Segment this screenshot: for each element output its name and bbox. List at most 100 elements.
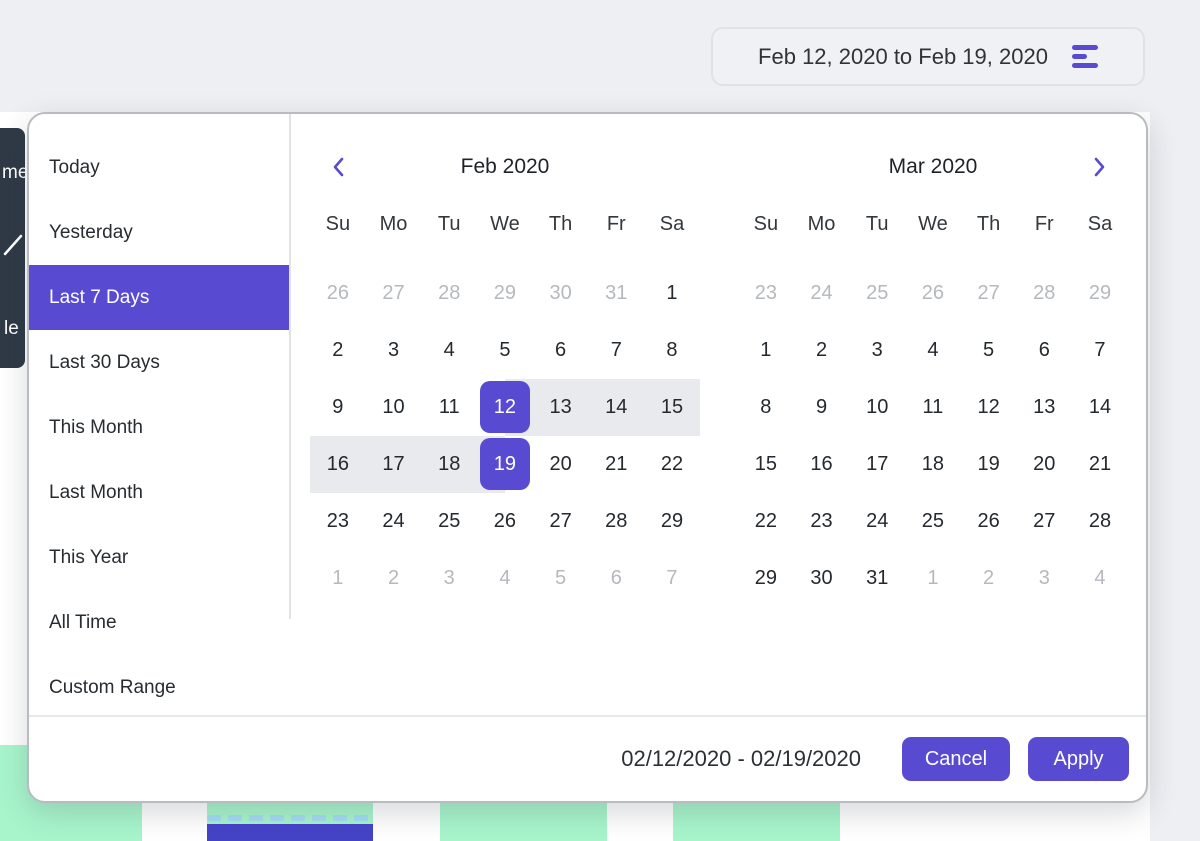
day-cell[interactable]: 22 [644, 436, 700, 493]
day-cell[interactable]: 5 [961, 322, 1017, 379]
day-cell[interactable]: 6 [1016, 322, 1072, 379]
day-cell[interactable]: 11 [421, 379, 477, 436]
day-cell[interactable]: 28 [421, 265, 477, 322]
day-cell[interactable]: 24 [849, 493, 905, 550]
day-cell[interactable]: 2 [961, 550, 1017, 607]
day-cell[interactable]: 16 [310, 436, 366, 493]
day-cell[interactable]: 21 [1072, 436, 1128, 493]
day-cell[interactable]: 1 [310, 550, 366, 607]
day-cell[interactable]: 13 [1016, 379, 1072, 436]
day-cell[interactable]: 3 [366, 322, 422, 379]
apply-button[interactable]: Apply [1028, 737, 1129, 781]
day-cell[interactable]: 4 [1072, 550, 1128, 607]
day-cell[interactable]: 10 [366, 379, 422, 436]
day-cell[interactable]: 2 [310, 322, 366, 379]
date-range-input[interactable]: Feb 12, 2020 to Feb 19, 2020 [711, 27, 1145, 86]
day-cell[interactable]: 31 [588, 265, 644, 322]
day-cell[interactable]: 29 [1072, 265, 1128, 322]
day-cell[interactable]: 1 [644, 265, 700, 322]
day-cell[interactable]: 9 [794, 379, 850, 436]
day-cell[interactable]: 17 [366, 436, 422, 493]
day-cell[interactable]: 14 [588, 379, 644, 436]
day-cell[interactable]: 29 [738, 550, 794, 607]
selected-day-pill: 12 [480, 381, 530, 433]
day-cell[interactable]: 18 [905, 436, 961, 493]
preset-item-this-year[interactable]: This Year [29, 525, 289, 590]
day-cell[interactable]: 8 [738, 379, 794, 436]
day-cell[interactable]: 28 [1016, 265, 1072, 322]
day-cell[interactable]: 4 [477, 550, 533, 607]
day-cell[interactable]: 5 [533, 550, 589, 607]
day-cell[interactable]: 20 [533, 436, 589, 493]
day-cell[interactable]: 7 [644, 550, 700, 607]
preset-item-custom-range[interactable]: Custom Range [29, 655, 289, 720]
day-cell[interactable]: 25 [849, 265, 905, 322]
day-cell[interactable]: 30 [794, 550, 850, 607]
day-cell[interactable]: 31 [849, 550, 905, 607]
cancel-button[interactable]: Cancel [902, 737, 1010, 781]
day-cell[interactable]: 3 [1016, 550, 1072, 607]
day-cell[interactable]: 28 [588, 493, 644, 550]
day-cell[interactable]: 4 [905, 322, 961, 379]
day-cell[interactable]: 18 [421, 436, 477, 493]
day-cell[interactable]: 9 [310, 379, 366, 436]
day-cell[interactable]: 11 [905, 379, 961, 436]
day-cell[interactable]: 15 [738, 436, 794, 493]
day-cell[interactable]: 28 [1072, 493, 1128, 550]
day-cell[interactable]: 30 [533, 265, 589, 322]
preset-item-last-month[interactable]: Last Month [29, 460, 289, 525]
preset-item-last-7-days[interactable]: Last 7 Days [29, 265, 289, 330]
filter-lines-icon[interactable] [1072, 45, 1098, 68]
preset-item-all-time[interactable]: All Time [29, 590, 289, 655]
day-cell[interactable]: 14 [1072, 379, 1128, 436]
day-cell[interactable]: 26 [310, 265, 366, 322]
day-cell[interactable]: 27 [366, 265, 422, 322]
day-cell[interactable]: 5 [477, 322, 533, 379]
day-cell[interactable]: 6 [588, 550, 644, 607]
day-cell[interactable]: 20 [1016, 436, 1072, 493]
day-cell[interactable]: 19 [961, 436, 1017, 493]
day-cell[interactable]: 4 [421, 322, 477, 379]
day-cell[interactable]: 2 [794, 322, 850, 379]
day-cell[interactable]: 7 [588, 322, 644, 379]
day-cell[interactable]: 7 [1072, 322, 1128, 379]
day-cell[interactable]: 27 [961, 265, 1017, 322]
day-cell[interactable]: 12 [477, 379, 533, 436]
preset-item-last-30-days[interactable]: Last 30 Days [29, 330, 289, 395]
day-cell[interactable]: 25 [905, 493, 961, 550]
prev-month-button[interactable] [310, 144, 366, 190]
day-cell[interactable]: 23 [310, 493, 366, 550]
day-cell[interactable]: 29 [644, 493, 700, 550]
day-cell[interactable]: 16 [794, 436, 850, 493]
day-cell[interactable]: 27 [1016, 493, 1072, 550]
day-cell[interactable]: 3 [849, 322, 905, 379]
day-cell[interactable]: 27 [533, 493, 589, 550]
day-cell[interactable]: 6 [533, 322, 589, 379]
day-cell[interactable]: 22 [738, 493, 794, 550]
day-cell[interactable]: 1 [905, 550, 961, 607]
day-cell[interactable]: 23 [794, 493, 850, 550]
day-cell[interactable]: 23 [738, 265, 794, 322]
day-cell[interactable]: 1 [738, 322, 794, 379]
preset-item-this-month[interactable]: This Month [29, 395, 289, 460]
day-cell[interactable]: 24 [366, 493, 422, 550]
day-cell[interactable]: 13 [533, 379, 589, 436]
preset-item-today[interactable]: Today [29, 135, 289, 200]
next-month-button[interactable] [1072, 144, 1128, 190]
day-cell[interactable]: 3 [421, 550, 477, 607]
day-cell[interactable]: 29 [477, 265, 533, 322]
day-cell[interactable]: 15 [644, 379, 700, 436]
day-cell[interactable]: 24 [794, 265, 850, 322]
day-cell[interactable]: 25 [421, 493, 477, 550]
day-cell[interactable]: 19 [477, 436, 533, 493]
day-cell[interactable]: 8 [644, 322, 700, 379]
day-cell[interactable]: 21 [588, 436, 644, 493]
preset-item-yesterday[interactable]: Yesterday [29, 200, 289, 265]
day-cell[interactable]: 12 [961, 379, 1017, 436]
day-cell[interactable]: 26 [477, 493, 533, 550]
day-cell[interactable]: 26 [961, 493, 1017, 550]
day-cell[interactable]: 10 [849, 379, 905, 436]
day-cell[interactable]: 2 [366, 550, 422, 607]
day-cell[interactable]: 26 [905, 265, 961, 322]
day-cell[interactable]: 17 [849, 436, 905, 493]
